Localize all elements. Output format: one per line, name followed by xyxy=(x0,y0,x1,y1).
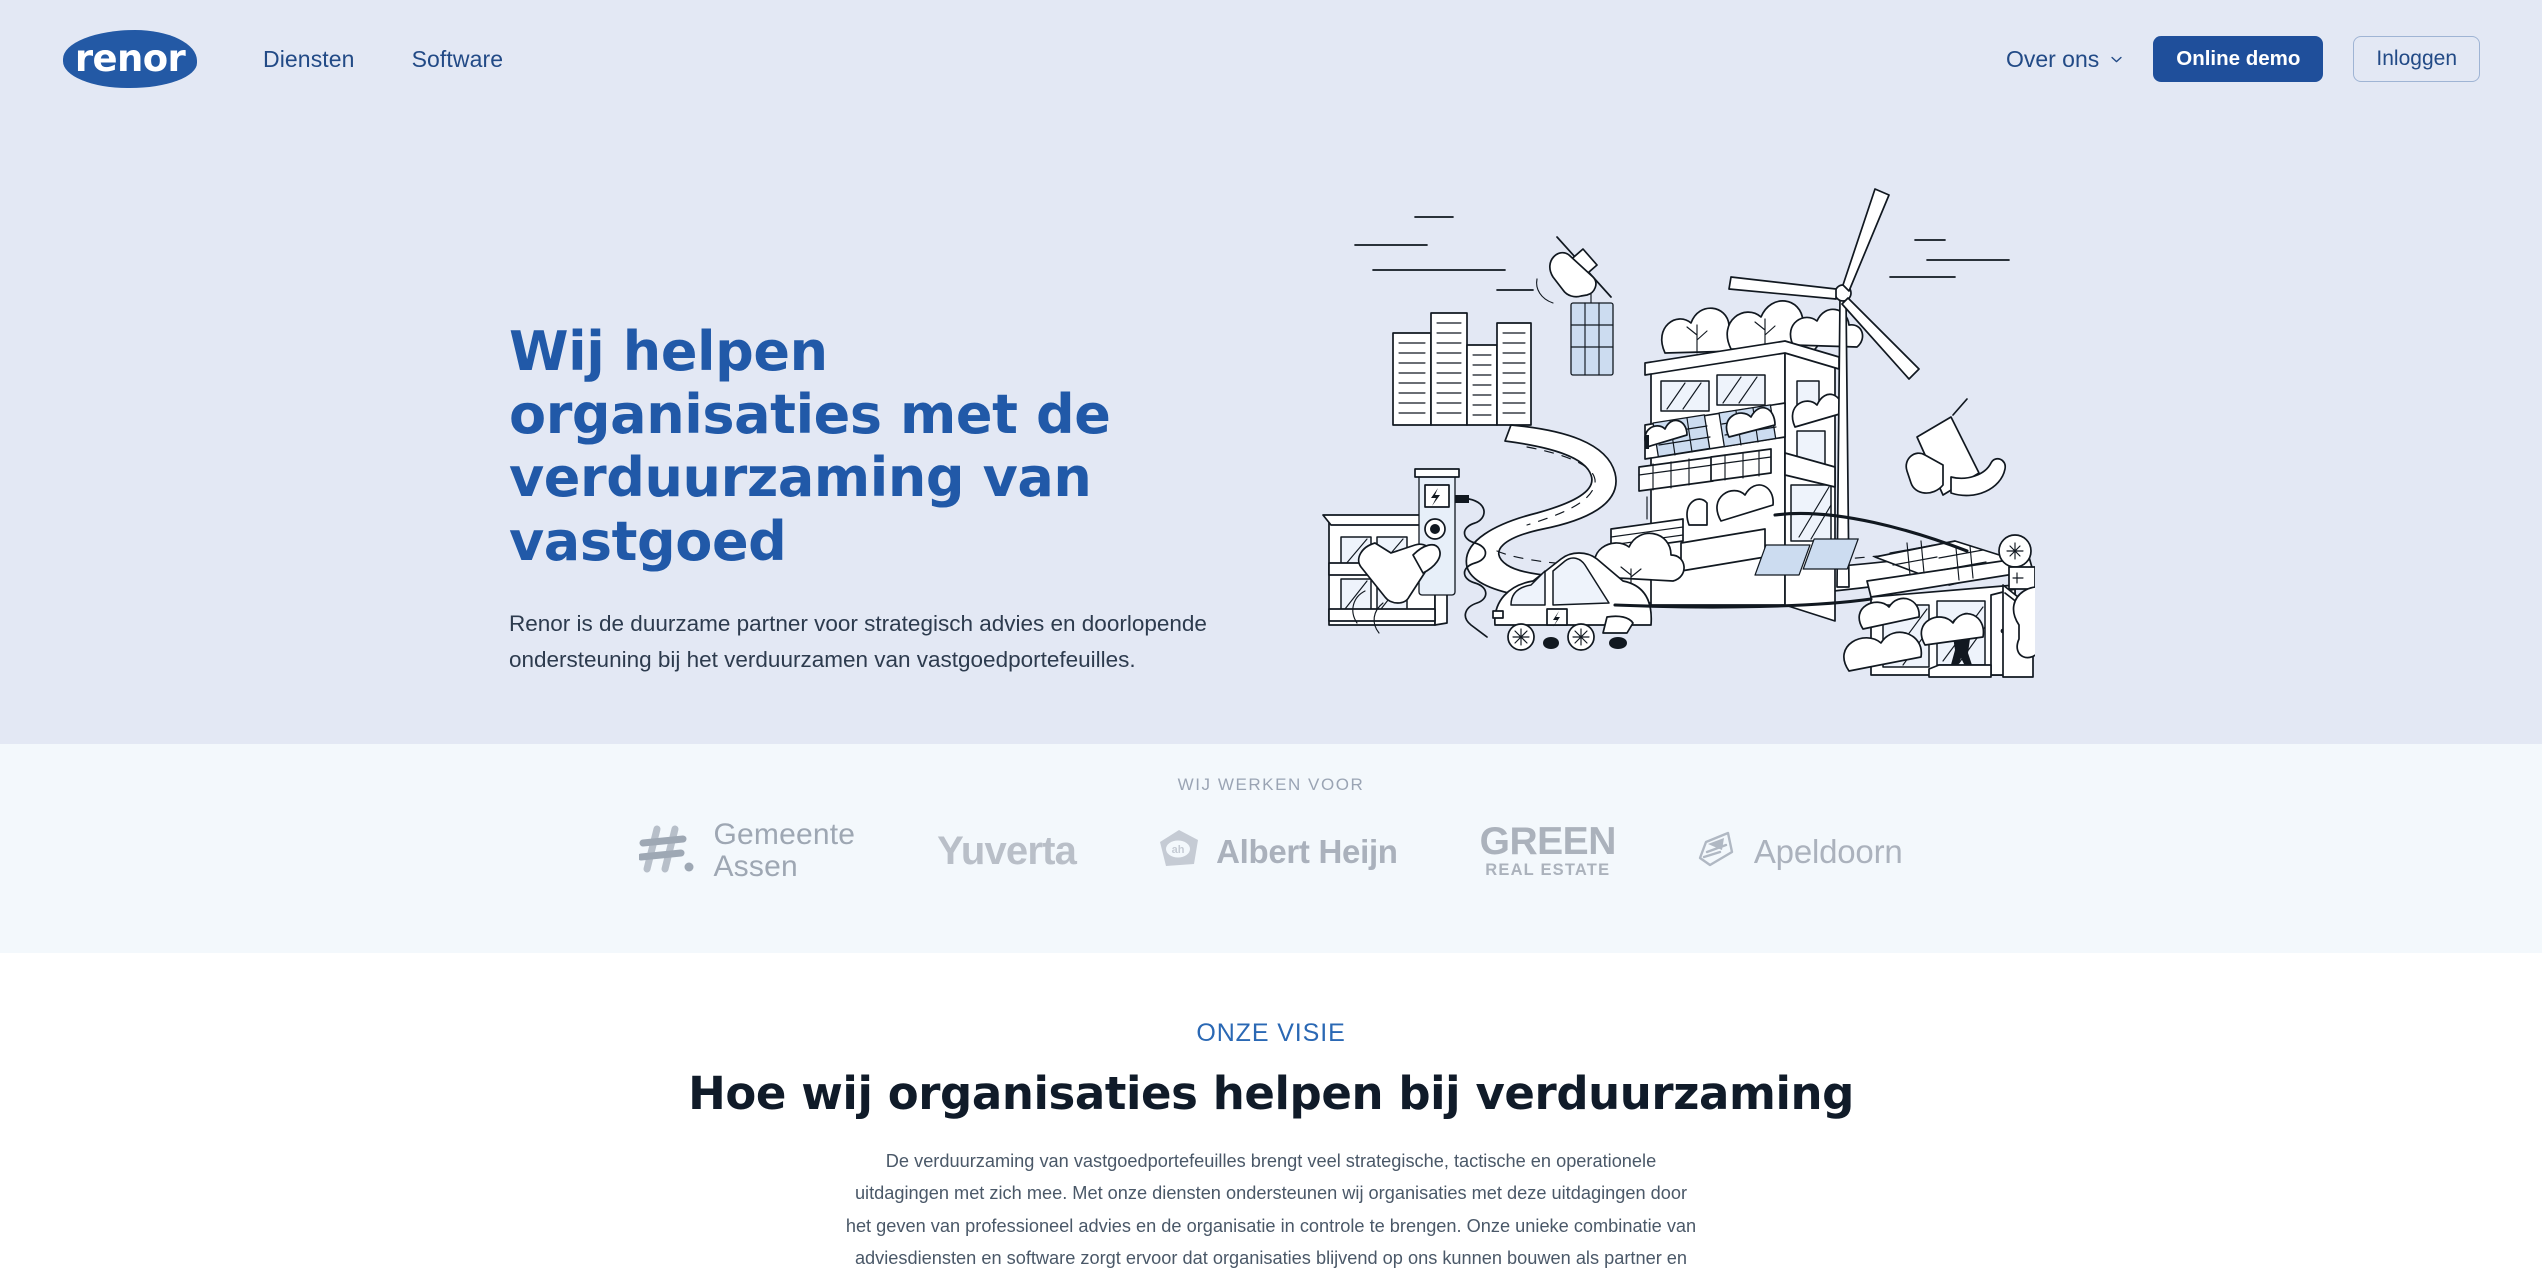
assen-hash-icon xyxy=(637,823,697,880)
client-logo-gemeente-assen[interactable]: Gemeente Assen xyxy=(637,818,856,884)
main-navigation: Diensten Software xyxy=(263,46,503,73)
header-actions: Over ons Online demo Inloggen xyxy=(2006,36,2480,82)
client-logo-sublabel: REAL ESTATE xyxy=(1485,860,1611,879)
online-demo-button[interactable]: Online demo xyxy=(2153,36,2324,82)
login-button[interactable]: Inloggen xyxy=(2353,36,2480,82)
client-logo-label: GREEN xyxy=(1479,819,1617,863)
vision-section: ONZE VISIE Hoe wij organisaties helpen b… xyxy=(0,953,2542,1276)
albert-heijn-icon: ah xyxy=(1158,828,1200,875)
site-header: renor Diensten Software Over ons Online … xyxy=(0,0,2542,118)
svg-text:ah: ah xyxy=(1172,844,1185,856)
clients-label: WIJ WERKEN VOOR xyxy=(1177,775,1365,794)
client-logo-apeldoorn[interactable]: Apeldoorn xyxy=(1698,830,1903,873)
nav-item-software[interactable]: Software xyxy=(412,46,504,73)
vision-body: De verduurzaming van vastgoedportefeuill… xyxy=(845,1151,1697,1269)
clients-section: WIJ WERKEN VOOR Gemeente Assen Yuverta a… xyxy=(0,744,2542,953)
vision-eyebrow: ONZE VISIE xyxy=(1196,1019,1346,1047)
nav-item-over-ons-label: Over ons xyxy=(2005,45,2100,72)
apeldoorn-eagle-icon xyxy=(1698,830,1738,873)
client-logo-yuverta[interactable]: Yuverta xyxy=(937,828,1077,873)
vision-title: Hoe wij organisaties helpen bij verduurz… xyxy=(688,1067,1854,1120)
hero-subtitle: Renor is de duurzame partner voor strate… xyxy=(509,610,1207,673)
client-logo-green-real-estate[interactable]: GREEN REAL ESTATE xyxy=(1479,819,1617,880)
hero-title: Wij helpen organisaties met de verduurza… xyxy=(509,320,1111,573)
brand-wordmark: renor xyxy=(74,36,186,80)
client-logo-label: Yuverta xyxy=(937,828,1077,873)
hero-copy: Wij helpen organisaties met de verduurza… xyxy=(509,320,1299,679)
chevron-down-icon xyxy=(2110,53,2123,66)
client-logo-row: Gemeente Assen Yuverta ah Albert Heijn G… xyxy=(637,818,1903,884)
nav-item-over-ons[interactable]: Over ons xyxy=(2006,46,2123,73)
client-logo-label: Albert Heijn xyxy=(1216,832,1398,870)
sustainable-city-illustration: .ln{fill:none;stroke:#111820;stroke-widt… xyxy=(1315,185,2035,685)
hero-section: renor Diensten Software Over ons Online … xyxy=(0,0,2542,744)
nav-item-diensten[interactable]: Diensten xyxy=(263,46,355,73)
client-logo-albert-heijn[interactable]: ah Albert Heijn xyxy=(1158,828,1398,875)
client-logo-label: Apeldoorn xyxy=(1753,832,1903,870)
client-logo-label: Gemeente Assen xyxy=(713,818,856,884)
renor-logo[interactable]: renor xyxy=(63,30,197,88)
